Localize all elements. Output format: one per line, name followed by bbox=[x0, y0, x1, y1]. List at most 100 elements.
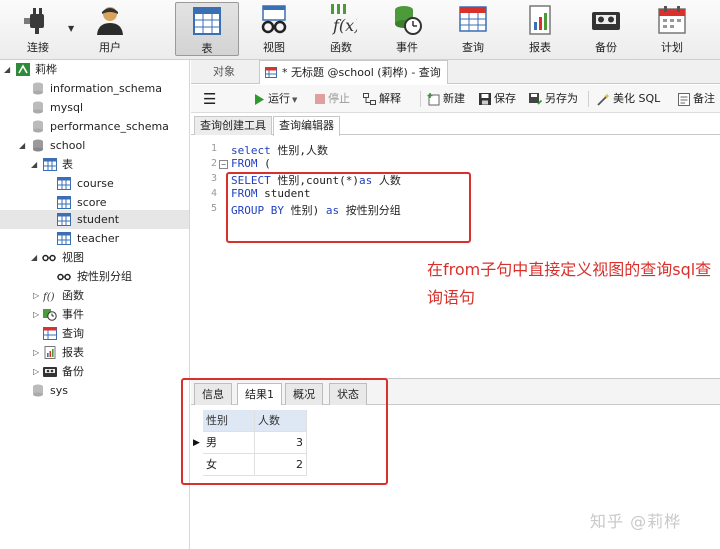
connect-button[interactable]: 连接 bbox=[6, 2, 70, 56]
stop-button[interactable]: 停止 bbox=[315, 85, 350, 113]
query-button[interactable]: 查询 bbox=[441, 2, 505, 56]
separator bbox=[420, 91, 421, 107]
database-icon bbox=[33, 120, 43, 133]
line-number: 4 bbox=[210, 188, 217, 199]
object-tree: ◢ 莉桦 information_schema mysql performanc… bbox=[0, 60, 190, 549]
tree-table-course[interactable]: course bbox=[0, 174, 189, 193]
schedule-label: 计划 bbox=[661, 41, 683, 54]
function-button[interactable]: f(x) 函数 bbox=[309, 2, 373, 56]
expand-icon[interactable]: ▷ bbox=[33, 343, 43, 362]
table-button[interactable]: 表 bbox=[175, 2, 239, 56]
tab-query[interactable]: * 无标题 @school (莉桦) - 查询 bbox=[259, 60, 448, 84]
tab-query-editor[interactable]: 查询编辑器 bbox=[273, 116, 340, 136]
plug-icon bbox=[24, 8, 44, 34]
sql-keyword: FROM bbox=[231, 157, 258, 170]
connect-dropdown-icon[interactable]: ▼ bbox=[68, 24, 74, 33]
query-toolbar: ☰ 运行 ▼ 停止 解释 新建 保存 另存为 美化 SQL 备注 bbox=[191, 85, 720, 113]
sql-keyword: select bbox=[231, 144, 271, 157]
new-button[interactable]: 新建 bbox=[427, 85, 465, 113]
comment-icon bbox=[678, 92, 690, 106]
tree-db-school[interactable]: ◢ school bbox=[0, 136, 189, 155]
report-icon bbox=[529, 5, 551, 35]
tree-view-item[interactable]: 按性别分组 bbox=[0, 267, 189, 286]
tree-db-label: sys bbox=[50, 384, 68, 397]
tree-group-label: 查询 bbox=[62, 327, 84, 340]
expand-icon[interactable]: ▷ bbox=[33, 362, 43, 381]
collapse-icon[interactable]: ◢ bbox=[31, 248, 41, 267]
separator bbox=[588, 91, 589, 107]
event-button[interactable]: 事件 bbox=[375, 2, 439, 56]
table-icon bbox=[57, 196, 71, 209]
tree-table-label: teacher bbox=[77, 232, 120, 245]
run-label: 运行 bbox=[268, 92, 290, 105]
tree-group-label: 事件 bbox=[62, 308, 84, 321]
collapse-icon[interactable]: ◢ bbox=[19, 136, 29, 155]
line-number: 5 bbox=[210, 203, 217, 214]
tree-table-student[interactable]: student bbox=[0, 210, 189, 229]
expand-icon[interactable]: ▷ bbox=[33, 286, 43, 305]
tab-objects[interactable]: 对象 bbox=[213, 60, 235, 84]
database-icon bbox=[33, 82, 43, 95]
collapse-icon[interactable]: ◢ bbox=[4, 60, 14, 79]
save-icon bbox=[479, 93, 491, 105]
fold-toggle-icon[interactable]: − bbox=[219, 160, 228, 169]
tree-view-label: 按性别分组 bbox=[77, 270, 132, 283]
comment-button[interactable]: 备注 bbox=[678, 85, 715, 113]
report-label: 报表 bbox=[529, 41, 551, 54]
run-button[interactable]: 运行 ▼ bbox=[254, 85, 297, 113]
view-label: 视图 bbox=[263, 41, 285, 54]
database-icon bbox=[33, 101, 43, 114]
function-icon: f(x) bbox=[331, 4, 357, 35]
save-as-icon bbox=[529, 93, 542, 105]
tree-db-mysql[interactable]: mysql bbox=[0, 98, 189, 117]
main-toolbar: 连接 ▼ 用户 表 视图 f(x 函数 事件 查询 报表 备份 计划 bbox=[0, 0, 720, 60]
user-icon bbox=[97, 7, 123, 35]
tree-group-functions[interactable]: ▷ f() 函数 bbox=[0, 286, 189, 305]
tree-group-label: 视图 bbox=[62, 251, 84, 264]
tree-group-tables[interactable]: ◢ 表 bbox=[0, 155, 189, 174]
expand-icon[interactable]: ▷ bbox=[33, 305, 43, 324]
backup-button[interactable]: 备份 bbox=[574, 2, 638, 56]
tree-group-label: 表 bbox=[62, 158, 73, 171]
line-number: 2 bbox=[210, 158, 217, 169]
comment-label: 备注 bbox=[693, 92, 715, 105]
tree-connection[interactable]: ◢ 莉桦 bbox=[0, 60, 189, 79]
tree-group-views[interactable]: ◢ 视图 bbox=[0, 248, 189, 267]
run-dropdown-icon: ▼ bbox=[292, 96, 298, 104]
line-number: 1 bbox=[210, 143, 217, 154]
code-line-1: select 性别,人数 bbox=[231, 142, 328, 158]
subquery-highlight-box bbox=[226, 172, 471, 243]
beautify-sql-button[interactable]: 美化 SQL bbox=[597, 85, 660, 113]
sql-text: ( bbox=[257, 157, 271, 170]
explain-button[interactable]: 解释 bbox=[363, 85, 401, 113]
tree-group-reports[interactable]: ▷ 报表 bbox=[0, 343, 189, 362]
user-button[interactable]: 用户 bbox=[78, 2, 142, 56]
tree-group-label: 报表 bbox=[62, 346, 84, 359]
svg-text:f(x): f(x) bbox=[332, 16, 357, 35]
save-as-button[interactable]: 另存为 bbox=[529, 85, 578, 113]
tree-group-backups[interactable]: ▷ 备份 bbox=[0, 362, 189, 381]
save-button[interactable]: 保存 bbox=[479, 85, 516, 113]
magic-wand-icon bbox=[597, 92, 610, 106]
tree-group-events[interactable]: ▷ 事件 bbox=[0, 305, 189, 324]
user-label: 用户 bbox=[99, 41, 121, 54]
tree-db-label: performance_schema bbox=[50, 120, 169, 133]
glasses-icon bbox=[261, 5, 287, 34]
glasses-icon bbox=[57, 273, 71, 281]
tree-group-queries[interactable]: 查询 bbox=[0, 324, 189, 343]
tree-group-label: 函数 bbox=[62, 289, 84, 302]
tree-db-performance-schema[interactable]: performance_schema bbox=[0, 117, 189, 136]
explain-label: 解释 bbox=[379, 92, 401, 105]
calendar-icon bbox=[658, 6, 686, 34]
tree-db-sys[interactable]: sys bbox=[0, 381, 189, 400]
tree-table-teacher[interactable]: teacher bbox=[0, 229, 189, 248]
menu-button[interactable]: ☰ bbox=[203, 85, 216, 113]
hamburger-icon: ☰ bbox=[203, 90, 217, 108]
document-tabbar: 对象 * 无标题 @school (莉桦) - 查询 bbox=[191, 60, 720, 84]
collapse-icon[interactable]: ◢ bbox=[31, 155, 41, 174]
schedule-button[interactable]: 计划 bbox=[640, 2, 704, 56]
tree-db-information-schema[interactable]: information_schema bbox=[0, 79, 189, 98]
view-button[interactable]: 视图 bbox=[242, 2, 306, 56]
report-button[interactable]: 报表 bbox=[508, 2, 572, 56]
tab-query-builder[interactable]: 查询创建工具 bbox=[194, 116, 272, 135]
